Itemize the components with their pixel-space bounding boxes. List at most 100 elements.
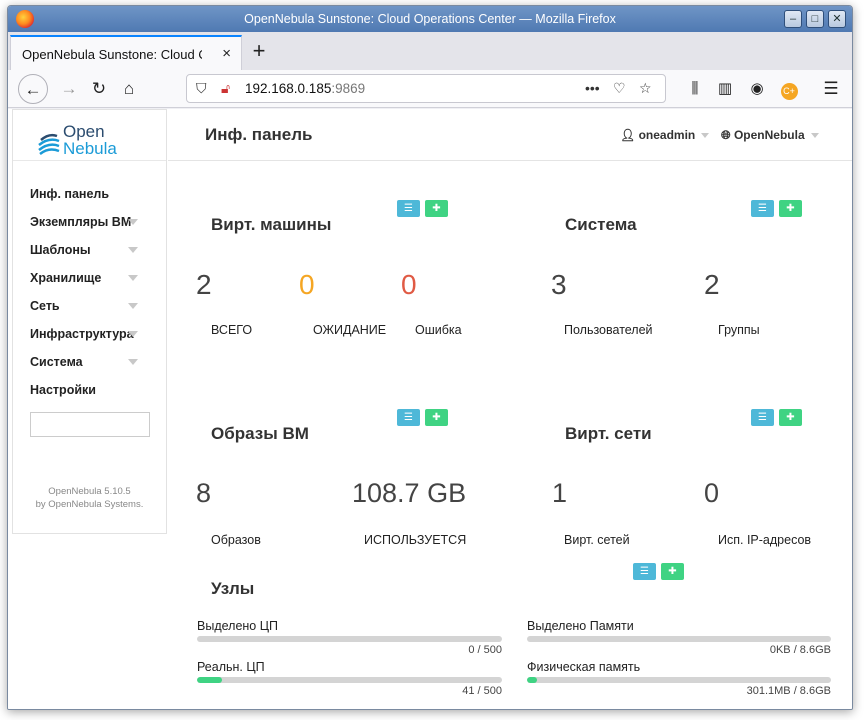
globe-icon: 🌐︎ <box>721 128 734 142</box>
menu-icon[interactable]: ☰ <box>816 74 846 104</box>
chevron-down-icon <box>701 133 710 139</box>
real-cpu-fill <box>197 677 222 683</box>
zone-name: OpenNebula <box>733 128 805 142</box>
opennebula-logo-icon <box>38 133 60 156</box>
vnets-count-label: Вирт. сетей <box>564 533 630 547</box>
sidebar-item-templates[interactable]: Шаблоны <box>13 236 166 264</box>
users-value[interactable]: 3 <box>551 269 567 301</box>
page-actions-icon[interactable]: ••• <box>585 80 600 96</box>
vnets-ips-value: 0 <box>704 478 720 508</box>
vms-failed-value[interactable]: 0 <box>401 269 417 301</box>
bookmark-star-icon[interactable]: ☆ <box>639 80 652 97</box>
images-used-value: 108.7 GB <box>352 478 467 508</box>
sidebar-item-label: Инфраструктура <box>30 327 134 341</box>
sidebar-item-settings[interactable]: Настройки <box>13 376 166 404</box>
version-info: OpenNebula 5.10.5 by OpenNebula Systems. <box>13 485 166 511</box>
images-add-button[interactable]: ✚ <box>425 409 448 426</box>
pocket-icon[interactable]: ♡ <box>613 80 626 97</box>
phys-mem-label: Физическая память <box>527 660 641 674</box>
logo-nebula: Nebula <box>63 139 117 158</box>
sidebar-item-label: Система <box>30 355 83 369</box>
phys-mem-fill <box>527 677 538 683</box>
vms-add-button[interactable]: ✚ <box>425 200 448 217</box>
library-icon[interactable]: ⫼ <box>680 74 710 104</box>
zone-menu[interactable]: 🌐︎ OpenNebula <box>721 128 819 143</box>
page-title: Инф. панель <box>205 125 313 144</box>
window-title: OpenNebula Sunstone: Cloud Operations Ce… <box>244 12 616 26</box>
nav-bar: ← → ↻ ⌂ ⛉ 🔓︎ 192.168.0.185:9869 ••• ♡ ☆ … <box>8 70 852 108</box>
phys-mem-value: 301.1MB / 8.6GB <box>746 685 831 697</box>
chevron-down-icon <box>128 247 138 253</box>
vms-failed-label: Ошибка <box>415 323 462 337</box>
sidebar-item-system[interactable]: Система <box>13 348 166 376</box>
address-bar[interactable]: ⛉ 🔓︎ 192.168.0.185:9869 ••• ♡ ☆ <box>186 74 666 103</box>
sidebar-item-label: Настройки <box>30 383 96 397</box>
close-window-icon[interactable]: ✕ <box>828 10 846 28</box>
images-count-label: Образов <box>211 533 261 547</box>
hosts-add-button[interactable]: ✚ <box>661 563 684 580</box>
sidebar-item-vm-instances[interactable]: Экземпляры ВМ <box>13 208 166 236</box>
tab-sunstone[interactable]: OpenNebula Sunstone: Cloud O × <box>10 35 242 70</box>
images-title: Образы ВМ <box>211 424 309 443</box>
vms-pending-value[interactable]: 0 <box>299 269 315 301</box>
sidebar-item-label: Инф. панель <box>30 187 110 201</box>
sidebar-toggle-icon[interactable]: ▥ <box>710 74 740 104</box>
forward-button[interactable]: → <box>54 74 84 104</box>
shield-icon[interactable]: ⛉ <box>196 80 207 97</box>
alloc-mem-label: Выделено Памяти <box>527 619 634 633</box>
alloc-cpu-value: 0 / 500 <box>468 644 502 656</box>
vms-title: Вирт. машины <box>211 215 332 234</box>
sidebar-item-network[interactable]: Сеть <box>13 292 166 320</box>
page-content: Open Nebula Инф. панель Экземпляры ВМ Ша… <box>8 109 852 709</box>
sidebar-item-label: Шаблоны <box>30 243 91 257</box>
home-icon[interactable]: ⌂ <box>114 74 144 104</box>
maximize-icon[interactable]: □ <box>806 10 824 28</box>
chevron-down-icon <box>128 331 138 337</box>
sidebar-item-dashboard[interactable]: Инф. панель <box>13 180 166 208</box>
groups-value[interactable]: 2 <box>704 269 720 301</box>
vnets-add-button[interactable]: ✚ <box>779 409 802 426</box>
chevron-down-icon <box>128 359 138 365</box>
hosts-list-button[interactable]: ☰ <box>633 563 656 580</box>
vnets-list-button[interactable]: ☰ <box>751 409 774 426</box>
phys-mem-bar <box>527 677 831 683</box>
url-port: :9869 <box>331 81 366 96</box>
vnets-count-value[interactable]: 1 <box>552 478 567 509</box>
vendor-text: by OpenNebula Systems. <box>35 499 144 510</box>
opennebula-logo[interactable]: Open Nebula <box>37 122 137 162</box>
new-tab-button[interactable]: + <box>244 38 274 64</box>
reload-button[interactable]: ↻ <box>84 74 114 104</box>
alloc-cpu-bar <box>197 636 502 642</box>
account-icon[interactable]: ◉ <box>742 74 772 104</box>
images-count-value[interactable]: 8 <box>196 478 211 509</box>
insecure-lock-icon[interactable]: 🔓︎ <box>221 80 230 97</box>
sidebar-search-input[interactable] <box>30 412 150 437</box>
close-tab-icon[interactable]: × <box>222 45 231 62</box>
tab-title: OpenNebula Sunstone: Cloud O <box>22 47 202 62</box>
real-cpu-bar <box>197 677 502 683</box>
user-name: oneadmin <box>638 128 696 142</box>
sidebar-menu: Инф. панель Экземпляры ВМ Шаблоны Хранил… <box>13 180 166 404</box>
chevron-down-icon <box>810 133 819 139</box>
sidebar-divider <box>13 160 166 161</box>
system-add-button[interactable]: ✚ <box>779 200 802 217</box>
url-text: 192.168.0.185:9869 <box>245 81 365 96</box>
title-bar: OpenNebula Sunstone: Cloud Operations Ce… <box>8 6 852 32</box>
extension-icon[interactable]: C+ <box>774 74 804 104</box>
vms-pending-label: ОЖИДАНИЕ <box>313 323 387 337</box>
real-cpu-value: 41 / 500 <box>462 685 502 697</box>
sidebar-item-label: Хранилище <box>30 271 102 285</box>
minimize-icon[interactable]: – <box>784 10 802 28</box>
user-menu[interactable]: 👤︎ oneadmin <box>620 128 710 142</box>
system-list-button[interactable]: ☰ <box>751 200 774 217</box>
back-button[interactable]: ← <box>18 74 48 104</box>
user-icon: 👤︎ <box>620 128 639 142</box>
sidebar-item-infrastructure[interactable]: Инфраструктура <box>13 320 166 348</box>
images-list-button[interactable]: ☰ <box>397 409 420 426</box>
chevron-down-icon <box>128 219 138 225</box>
system-title: Система <box>565 215 637 234</box>
vms-list-button[interactable]: ☰ <box>397 200 420 217</box>
vms-total-value[interactable]: 2 <box>196 269 212 301</box>
sidebar-item-storage[interactable]: Хранилище <box>13 264 166 292</box>
url-host: 192.168.0.185 <box>245 81 332 96</box>
